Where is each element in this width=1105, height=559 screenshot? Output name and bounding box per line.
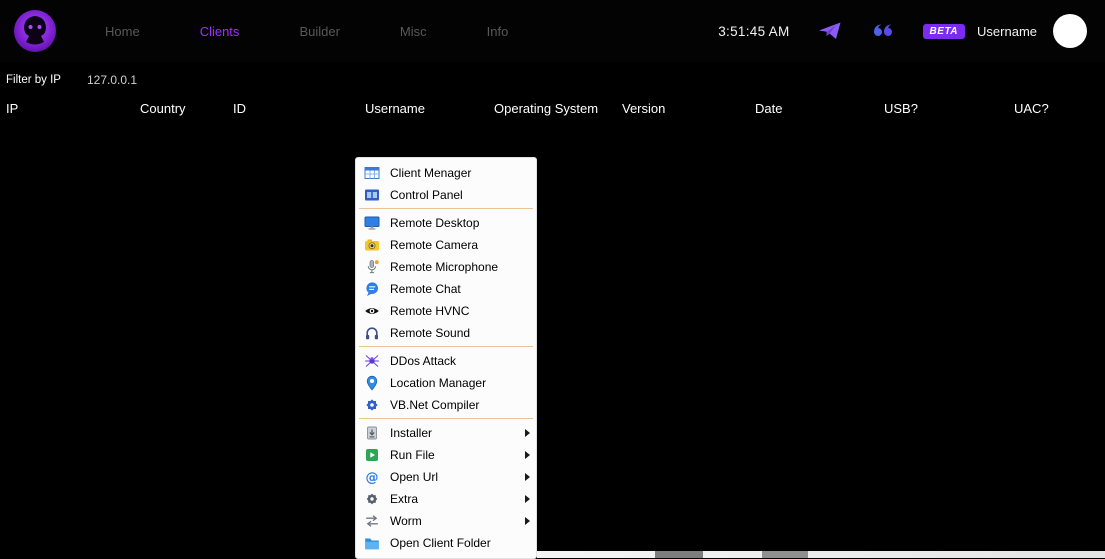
- menu-item-extra[interactable]: Extra: [356, 488, 536, 510]
- open-client-folder-icon: [363, 535, 380, 551]
- menu-item-remote-chat[interactable]: Remote Chat: [356, 278, 536, 300]
- installer-icon: [363, 425, 380, 441]
- menu-item-label: Remote HVNC: [390, 304, 530, 318]
- menu-item-label: Control Panel: [390, 188, 530, 202]
- main-nav: Home Clients Builder Misc Info: [105, 0, 508, 62]
- remote-sound-icon: [363, 325, 380, 341]
- remote-camera-icon: [363, 237, 380, 253]
- remote-hvnc-icon: [363, 303, 380, 319]
- nav-item-clients[interactable]: Clients: [200, 24, 240, 39]
- menu-item-label: Remote Microphone: [390, 260, 530, 274]
- vbnet-compiler-icon: [363, 397, 380, 413]
- menu-item-installer[interactable]: Installer: [356, 422, 536, 444]
- clock: 3:51:45 AM: [718, 24, 789, 39]
- strip-segment: [655, 551, 703, 558]
- beta-badge: BETA: [923, 24, 965, 39]
- menu-item-remote-sound[interactable]: Remote Sound: [356, 322, 536, 344]
- remote-desktop-icon: [363, 215, 380, 231]
- submenu-arrow-icon: [525, 495, 530, 503]
- column-username[interactable]: Username: [365, 101, 494, 116]
- username-label: Username: [977, 24, 1037, 39]
- menu-item-remote-desktop[interactable]: Remote Desktop: [356, 212, 536, 234]
- app-logo[interactable]: [12, 8, 58, 54]
- menu-item-label: Worm: [390, 514, 519, 528]
- run-file-icon: [363, 447, 380, 463]
- menu-item-label: Client Menager: [390, 166, 530, 180]
- avatar[interactable]: [1053, 14, 1087, 48]
- top-navigation-bar: Home Clients Builder Misc Info 3:51:45 A…: [0, 0, 1105, 62]
- menu-item-run-file[interactable]: Run File: [356, 444, 536, 466]
- filter-by-ip-label: Filter by IP: [6, 74, 61, 86]
- menu-item-open-client-folder[interactable]: Open Client Folder: [356, 532, 536, 554]
- remote-chat-icon: [363, 281, 380, 297]
- ddos-attack-icon: [363, 353, 380, 369]
- column-date[interactable]: Date: [755, 101, 884, 116]
- topbar-right-cluster: 3:51:45 AM BETA Username: [718, 0, 1105, 62]
- client-manager-icon: [363, 165, 380, 181]
- extra-gear-icon: [363, 491, 380, 507]
- menu-item-location-manager[interactable]: Location Manager: [356, 372, 536, 394]
- menu-item-label: Remote Desktop: [390, 216, 530, 230]
- svg-text:@: @: [365, 471, 378, 486]
- telegram-icon[interactable]: [818, 21, 842, 41]
- column-ip[interactable]: IP: [6, 101, 140, 116]
- menu-item-ddos-attack[interactable]: DDos Attack: [356, 350, 536, 372]
- submenu-arrow-icon: [525, 451, 530, 459]
- menu-item-vbnet-compiler[interactable]: VB.Net Compiler: [356, 394, 536, 416]
- client-context-menu: Client Menager Control Panel Remote Desk…: [355, 157, 537, 559]
- remote-microphone-icon: [363, 259, 380, 275]
- location-manager-icon: [363, 375, 380, 391]
- column-version[interactable]: Version: [622, 101, 755, 116]
- menu-item-remote-camera[interactable]: Remote Camera: [356, 234, 536, 256]
- menu-item-label: Open Url: [390, 470, 519, 484]
- menu-item-label: Remote Sound: [390, 326, 530, 340]
- control-panel-icon: [363, 187, 380, 203]
- column-uac[interactable]: UAC?: [1014, 101, 1105, 116]
- menu-item-label: DDos Attack: [390, 354, 530, 368]
- menu-item-client-manager[interactable]: Client Menager: [356, 162, 536, 184]
- nav-item-misc[interactable]: Misc: [400, 24, 427, 39]
- menu-item-label: Run File: [390, 448, 519, 462]
- background-window-strip: [537, 551, 1105, 558]
- menu-item-label: Remote Camera: [390, 238, 530, 252]
- menu-item-label: Installer: [390, 426, 519, 440]
- column-operating-system[interactable]: Operating System: [494, 101, 622, 116]
- column-country[interactable]: Country: [140, 101, 233, 116]
- menu-item-remote-hvnc[interactable]: Remote HVNC: [356, 300, 536, 322]
- strip-segment: [762, 551, 808, 558]
- quotes-icon[interactable]: [872, 23, 893, 39]
- menu-item-label: VB.Net Compiler: [390, 398, 530, 412]
- column-usb[interactable]: USB?: [884, 101, 1014, 116]
- app-logo-icon: [12, 8, 58, 54]
- column-id[interactable]: ID: [233, 101, 365, 116]
- filter-row: Filter by IP: [6, 73, 227, 87]
- clients-table-header: IP Country ID Username Operating System …: [0, 101, 1105, 116]
- menu-item-remote-microphone[interactable]: Remote Microphone: [356, 256, 536, 278]
- menu-separator: [359, 418, 533, 419]
- menu-item-open-url[interactable]: @ Open Url: [356, 466, 536, 488]
- menu-separator: [359, 208, 533, 209]
- menu-item-control-panel[interactable]: Control Panel: [356, 184, 536, 206]
- submenu-arrow-icon: [525, 473, 530, 481]
- submenu-arrow-icon: [525, 517, 530, 525]
- nav-item-home[interactable]: Home: [105, 24, 140, 39]
- filter-ip-input[interactable]: [87, 73, 227, 87]
- menu-item-label: Open Client Folder: [390, 536, 530, 550]
- menu-separator: [359, 346, 533, 347]
- menu-item-label: Remote Chat: [390, 282, 530, 296]
- submenu-arrow-icon: [525, 429, 530, 437]
- nav-item-info[interactable]: Info: [487, 24, 509, 39]
- menu-item-label: Extra: [390, 492, 519, 506]
- open-url-icon: @: [363, 469, 380, 485]
- menu-item-label: Location Manager: [390, 376, 530, 390]
- menu-item-worm[interactable]: Worm: [356, 510, 536, 532]
- worm-icon: [363, 513, 380, 529]
- nav-item-builder[interactable]: Builder: [299, 24, 339, 39]
